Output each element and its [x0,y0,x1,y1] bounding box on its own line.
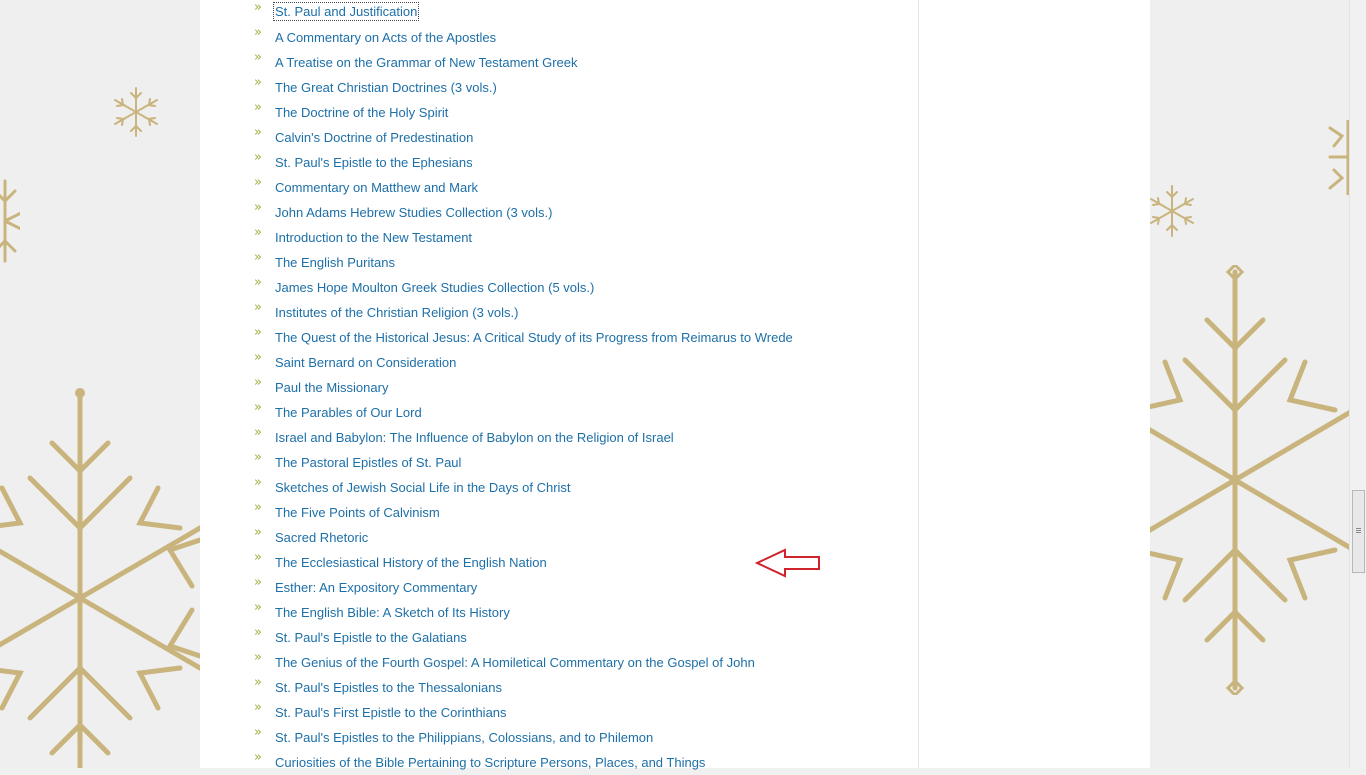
double-chevron-right-icon: » [254,450,262,465]
snowflake-icon [1150,185,1194,237]
double-chevron-right-icon: » [254,0,262,15]
book-link[interactable]: St. Paul's Epistle to the Galatians [275,625,467,650]
book-link[interactable]: The Doctrine of the Holy Spirit [275,100,448,125]
book-link[interactable]: The Pastoral Epistles of St. Paul [275,450,461,475]
double-chevron-right-icon: » [254,75,262,90]
book-link[interactable]: Israel and Babylon: The Influence of Bab… [275,425,674,450]
book-link[interactable]: Commentary on Matthew and Mark [275,175,478,200]
double-chevron-right-icon: » [254,375,262,390]
double-chevron-right-icon: » [254,600,262,615]
double-chevron-right-icon: » [254,225,262,240]
double-chevron-right-icon: » [254,125,262,140]
double-chevron-right-icon: » [254,500,262,515]
book-link[interactable]: James Hope Moulton Greek Studies Collect… [275,275,594,300]
book-link[interactable]: John Adams Hebrew Studies Collection (3 … [275,200,552,225]
double-chevron-right-icon: » [254,200,262,215]
book-link[interactable]: St. Paul's Epistles to the Thessalonians [275,675,502,700]
book-link[interactable]: The English Bible: A Sketch of Its Histo… [275,600,510,625]
double-chevron-right-icon: » [254,100,262,115]
double-chevron-right-icon: » [254,750,262,765]
snowflake-icon [0,179,20,263]
double-chevron-right-icon: » [254,700,262,715]
double-chevron-right-icon: » [254,525,262,540]
book-link[interactable]: St. Paul's Epistle to the Ephesians [275,150,473,175]
book-link[interactable]: The Quest of the Historical Jesus: A Cri… [275,325,793,350]
red-arrow-left-icon [755,548,820,578]
book-link[interactable]: St. Paul's First Epistle to the Corinthi… [275,700,507,725]
double-chevron-right-icon: » [254,325,262,340]
book-link[interactable]: The Great Christian Doctrines (3 vols.) [275,75,497,100]
double-chevron-right-icon: » [254,675,262,690]
double-chevron-right-icon: » [254,400,262,415]
double-chevron-right-icon: » [254,575,262,590]
book-link[interactable]: Calvin's Doctrine of Predestination [275,125,473,150]
book-link[interactable]: Introduction to the New Testament [275,225,472,250]
double-chevron-right-icon: » [254,475,262,490]
double-chevron-right-icon: » [254,250,262,265]
double-chevron-right-icon: » [254,350,262,365]
scrollbar-thumb[interactable] [1352,490,1365,573]
double-chevron-right-icon: » [254,550,262,565]
book-link[interactable]: A Treatise on the Grammar of New Testame… [275,50,578,75]
book-link[interactable]: Curiosities of the Bible Pertaining to S… [275,750,705,775]
book-link[interactable]: Saint Bernard on Consideration [275,350,456,375]
double-chevron-right-icon: » [254,300,262,315]
book-link[interactable]: St. Paul's Epistles to the Philippians, … [275,725,653,750]
double-chevron-right-icon: » [254,625,262,640]
book-link[interactable]: Paul the Missionary [275,375,388,400]
main-content: » St. Paul and Justification » A Commentary… [200,0,1150,770]
double-chevron-right-icon: » [254,275,262,290]
book-link[interactable]: Sacred Rhetoric [275,525,368,550]
double-chevron-right-icon: » [254,650,262,665]
double-chevron-right-icon: » [254,725,262,740]
double-chevron-right-icon: » [254,150,262,165]
snowflake-icon [114,87,158,137]
book-link[interactable]: St. Paul and Justification [272,2,420,21]
double-chevron-right-icon: » [254,175,262,190]
book-link[interactable]: The Genius of the Fourth Gospel: A Homil… [275,650,755,675]
book-link[interactable]: The English Puritans [275,250,395,275]
book-link[interactable]: Sketches of Jewish Social Life in the Da… [275,475,571,500]
vertical-scrollbar[interactable] [1349,0,1366,768]
double-chevron-right-icon: » [254,425,262,440]
book-link[interactable]: The Five Points of Calvinism [275,500,440,525]
book-link[interactable]: Institutes of the Christian Religion (3 … [275,300,519,325]
book-link[interactable]: The Parables of Our Lord [275,400,422,425]
snowflake-icon [1328,120,1349,195]
book-link[interactable]: Esther: An Expository Commentary [275,575,477,600]
double-chevron-right-icon: » [254,50,262,65]
sidebar-divider [918,0,919,768]
double-chevron-right-icon: » [254,25,262,40]
book-link[interactable]: A Commentary on Acts of the Apostles [275,25,496,50]
book-link[interactable]: The Ecclesiastical History of the Englis… [275,550,547,575]
